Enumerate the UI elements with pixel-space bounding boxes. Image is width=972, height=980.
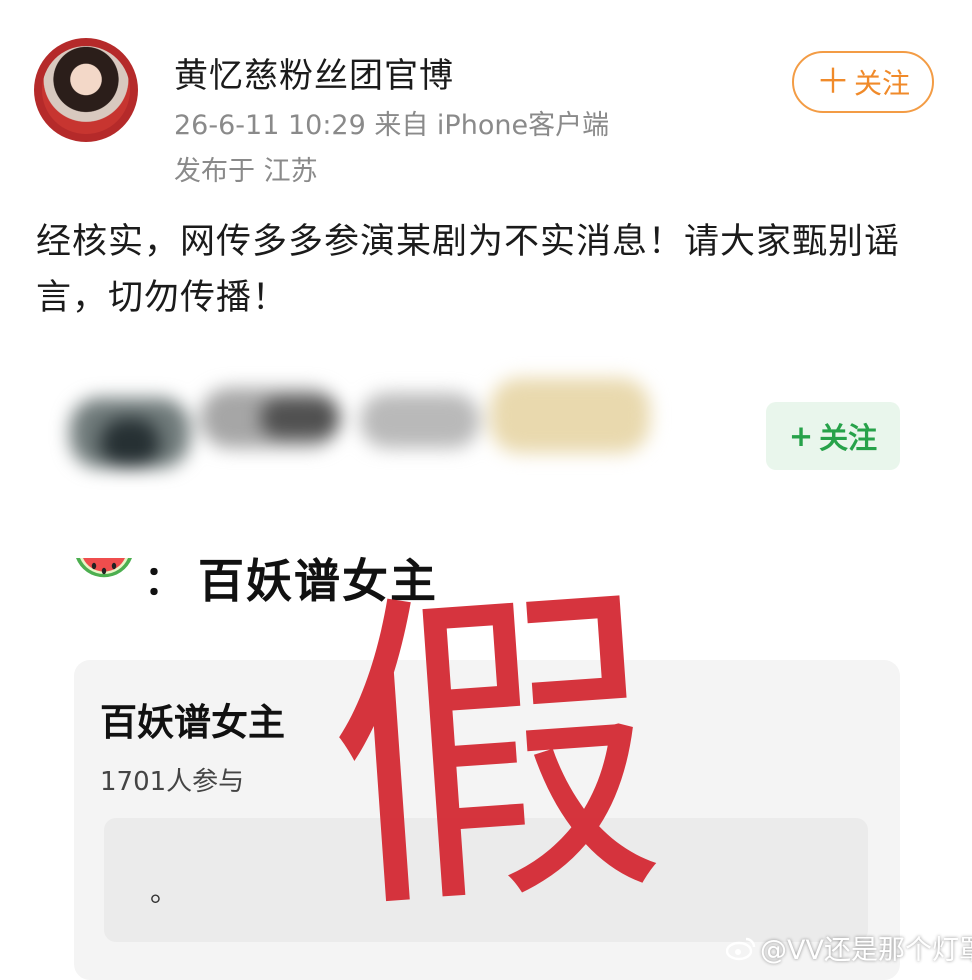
watermelon-icon	[76, 558, 132, 578]
watermark-text: @VV还是那个灯罩	[760, 935, 972, 966]
card-content: 。	[150, 875, 179, 908]
post-text: 经核实，网传多多参演某剧为不实消息！请大家甄别谣言，切勿传播！	[36, 222, 901, 318]
post-location: 发布于 江苏	[174, 156, 318, 187]
colon: ：	[144, 558, 184, 604]
follow-button[interactable]: ＋ 关注	[792, 51, 934, 113]
embedded-follow-button[interactable]: + 关注	[766, 402, 900, 470]
watermark: @VV还是那个灯罩	[726, 928, 972, 967]
fake-stamp: 假	[316, 550, 673, 957]
post-meta: 26-6-11 10:29 来自 iPhone客户端	[174, 110, 610, 141]
author-name[interactable]: 黄忆慈粉丝团官博	[174, 48, 454, 97]
blurred-username	[60, 368, 680, 508]
plus-icon: +	[788, 419, 814, 453]
follow-label: 关注	[853, 67, 910, 100]
participant-count: 1701人参与	[100, 767, 245, 797]
embedded-follow-label: 关注	[819, 421, 878, 455]
avatar[interactable]	[34, 38, 138, 142]
card-title: 百妖谱女主	[100, 701, 285, 744]
plus-icon: ＋	[815, 62, 850, 102]
weibo-icon	[726, 937, 756, 960]
